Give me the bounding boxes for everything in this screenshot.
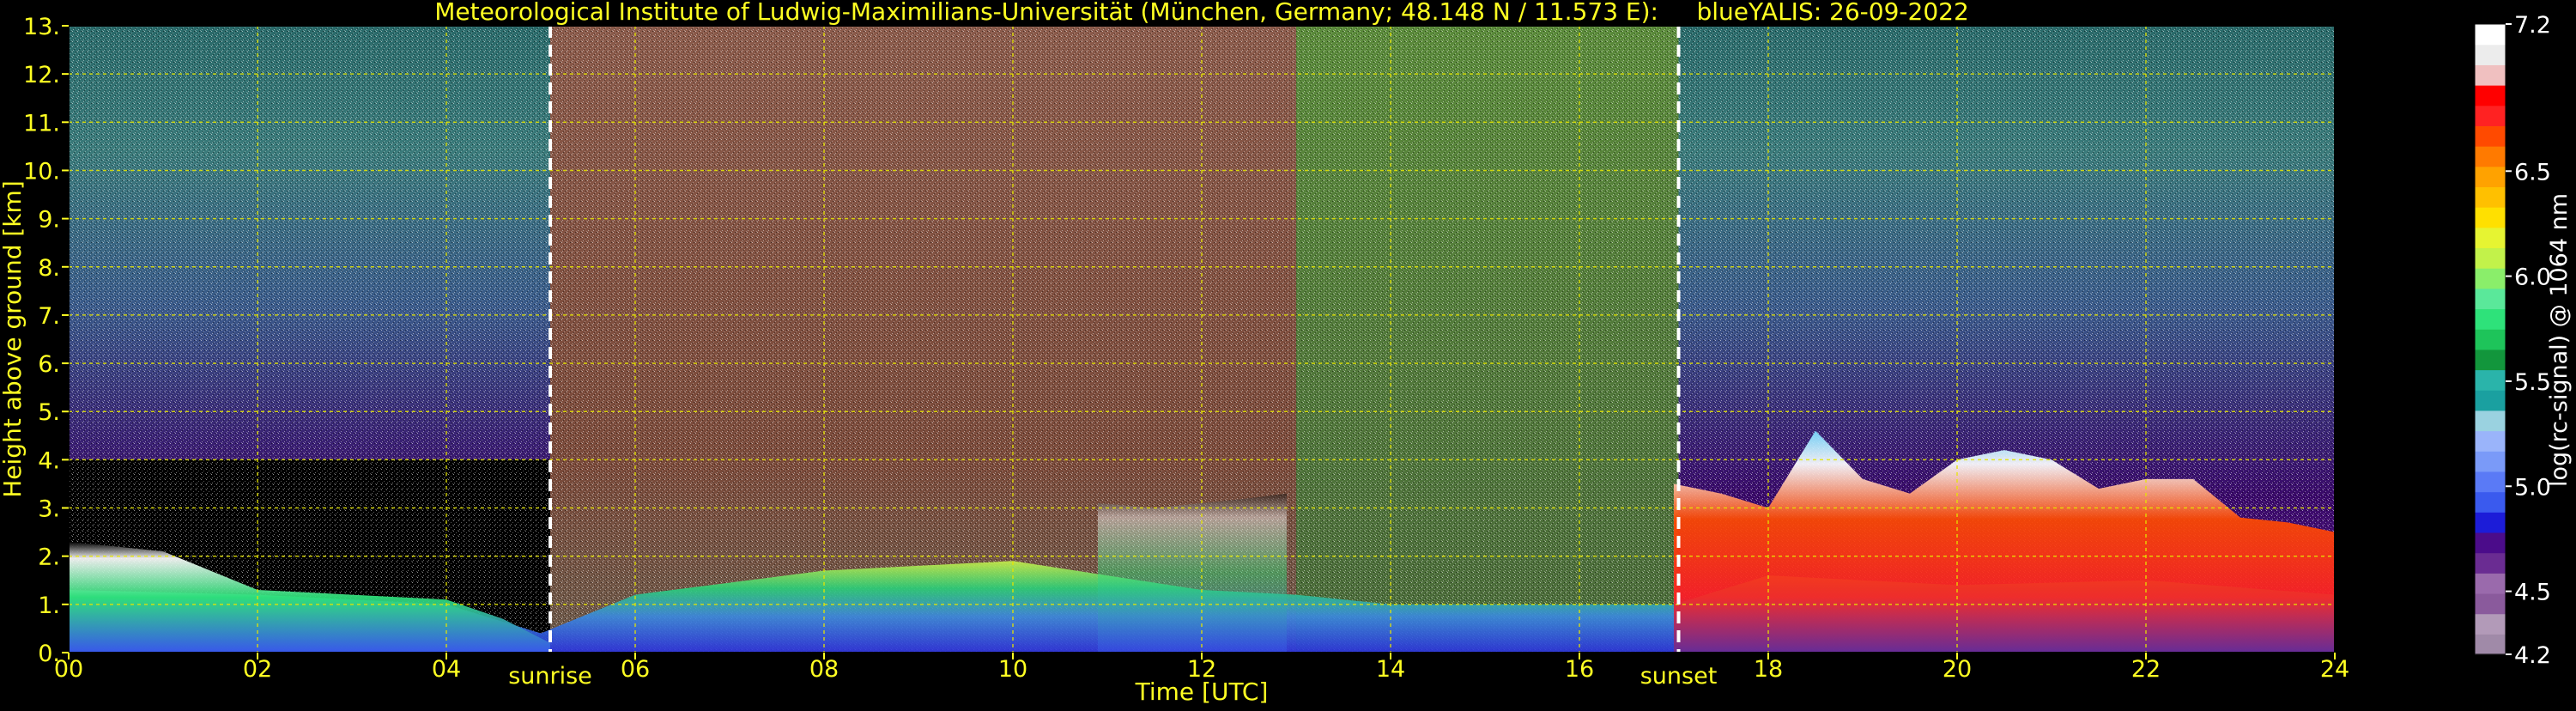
y-tick-label: 9. xyxy=(38,207,60,234)
colorbar-segment xyxy=(2475,634,2506,655)
colorbar-segment xyxy=(2475,64,2506,86)
colorbar-segment xyxy=(2475,613,2506,635)
colorbar-segment xyxy=(2475,166,2506,188)
y-tick-label: 6. xyxy=(38,351,60,378)
x-tick-label: 14 xyxy=(1376,656,1405,683)
colorbar-segment xyxy=(2475,186,2506,208)
x-tick-label: 10 xyxy=(998,656,1027,683)
colorbar-tick-label: 7.2 xyxy=(2514,12,2551,39)
colorbar-segment xyxy=(2475,85,2506,106)
colorbar-segment xyxy=(2475,247,2506,269)
x-tick-label: 08 xyxy=(809,656,839,683)
chart-title: Meteorological Institute of Ludwig-Maxim… xyxy=(434,0,1969,26)
x-tick-label: 24 xyxy=(2320,656,2349,683)
x-tick-label: 18 xyxy=(1754,656,1783,683)
y-tick-label: 13. xyxy=(23,14,60,40)
colorbar-segment xyxy=(2475,491,2506,513)
colorbar-segment xyxy=(2475,573,2506,594)
colorbar-segment xyxy=(2475,552,2506,574)
y-tick-label: 12. xyxy=(23,62,60,88)
cloud-layer xyxy=(1098,493,1287,653)
colorbar-segment xyxy=(2475,308,2506,330)
y-tick-label: 3. xyxy=(38,496,60,523)
x-axis-label: Time [UTC] xyxy=(1135,678,1269,706)
colorbar-segment xyxy=(2475,24,2506,46)
colorbar-tick-label: 6.5 xyxy=(2514,159,2551,185)
y-tick-label: 11. xyxy=(23,110,60,137)
colorbar-segment xyxy=(2475,125,2506,147)
x-tick-label: 06 xyxy=(621,656,650,683)
y-tick-label: 8. xyxy=(38,255,60,282)
x-tick-label: 16 xyxy=(1565,656,1594,683)
colorbar-tick-label: 4.2 xyxy=(2514,642,2551,669)
y-tick-label: 7. xyxy=(38,303,60,330)
x-tick-label: 22 xyxy=(2131,656,2161,683)
lidar-quicklook: sunrise sunset 00 02 04 06 08 10 12 14 16 18 20 22 24… xyxy=(0,0,2576,708)
y-axis-label: Height above ground [km] xyxy=(0,180,27,498)
colorbar-segment xyxy=(2475,430,2506,452)
colorbar-segment xyxy=(2475,390,2506,411)
y-axis: 0. 1. 2. 3. 4. 5. 6. 7. 8. 9. 10. 11. 12. 13. xyxy=(23,14,69,667)
backscatter-image xyxy=(69,26,2335,653)
colorbar-segment xyxy=(2475,288,2506,310)
sun-marker-label: sunset xyxy=(1640,663,1718,690)
colorbar-segment xyxy=(2475,512,2506,533)
x-tick-label: 20 xyxy=(1943,656,1972,683)
x-tick-label: 02 xyxy=(243,656,272,683)
x-tick-label: 04 xyxy=(432,656,461,683)
colorbar-segment xyxy=(2475,349,2506,371)
colorbar-tick-label: 4.5 xyxy=(2514,580,2551,606)
colorbar-segment xyxy=(2475,207,2506,228)
y-tick-label: 5. xyxy=(38,399,60,426)
colorbar-segment xyxy=(2475,410,2506,432)
colorbar-segment xyxy=(2475,532,2506,554)
colorbar-segment xyxy=(2475,369,2506,391)
colorbar-segment xyxy=(2475,329,2506,350)
y-tick-label: 1. xyxy=(38,592,60,619)
colorbar-segment xyxy=(2475,451,2506,472)
colorbar-segment xyxy=(2475,44,2506,65)
colorbar-segment xyxy=(2475,227,2506,249)
colorbar-segment xyxy=(2475,592,2506,615)
y-tick-label: 0. xyxy=(38,641,60,667)
y-tick-label: 4. xyxy=(38,447,60,474)
colorbar-segment xyxy=(2475,105,2506,126)
colorbar-segment xyxy=(2475,471,2506,493)
colorbar: 4.24.55.05.56.06.57.2 xyxy=(2474,12,2551,669)
sun-marker-label: sunrise xyxy=(508,663,592,690)
y-tick-label: 10. xyxy=(23,158,60,185)
colorbar-label: log(rc-signal) @ 1064 nm xyxy=(2546,193,2573,487)
colorbar-segment xyxy=(2475,146,2506,167)
colorbar-segment xyxy=(2475,268,2506,289)
chart: sunrise sunset 00 02 04 06 08 10 12 14 16 18 20 22 24… xyxy=(0,0,2573,706)
y-tick-label: 2. xyxy=(38,544,60,571)
